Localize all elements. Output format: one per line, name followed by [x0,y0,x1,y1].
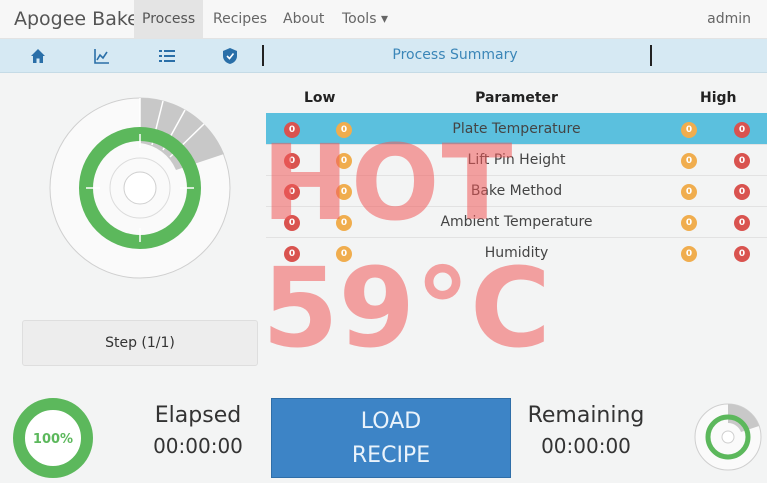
high-alarm-badge: 0 [734,184,750,200]
process-ring-gauge [49,97,231,279]
shield-icon[interactable] [220,46,240,66]
elapsed-label: Elapsed [154,403,242,428]
toolbar-divider [262,45,264,66]
remaining-label: Remaining [527,403,645,428]
nav-about[interactable]: About [275,0,332,38]
high-alarm-badge: 0 [734,215,750,231]
list-icon[interactable] [157,46,177,66]
app-brand[interactable]: Apogee Bake [14,8,139,30]
header-high: High [700,90,737,106]
high-warning-badge: 0 [681,215,697,231]
high-alarm-badge: 0 [734,246,750,262]
table-row[interactable]: 0 0 Ambient Temperature 0 0 [266,206,767,238]
mini-process-gauge [694,403,762,471]
chart-icon[interactable] [92,46,112,66]
high-warning-badge: 0 [681,122,697,138]
load-recipe-button[interactable]: LOAD RECIPE [271,398,511,478]
step-button[interactable]: Step (1/1) [22,320,258,366]
nav-recipes[interactable]: Recipes [205,0,275,38]
high-warning-badge: 0 [681,246,697,262]
home-icon[interactable] [28,46,48,66]
load-recipe-line1: LOAD [360,409,422,434]
high-warning-badge: 0 [681,153,697,169]
load-recipe-line2: RECIPE [351,443,431,468]
progress-percent: 100% [33,432,73,447]
high-alarm-badge: 0 [734,122,750,138]
header-parameter: Parameter [475,90,558,106]
sub-toolbar: Process Summary [0,39,767,73]
nav-tools-dropdown[interactable]: Tools ▾ [334,0,396,38]
table-row[interactable]: 0 0 Bake Method 0 0 [266,175,767,207]
table-row[interactable]: 0 0 Lift Pin Height 0 0 [266,144,767,176]
table-row[interactable]: 0 0 Humidity 0 0 [266,237,767,269]
nav-process[interactable]: Process [134,0,204,38]
high-warning-badge: 0 [681,184,697,200]
progress-ring: 100% [13,398,93,478]
elapsed-time: 00:00:00 [153,434,243,458]
remaining-time: 00:00:00 [541,434,631,458]
toolbar-divider [650,45,652,66]
table-row[interactable]: 0 0 Plate Temperature 0 0 [266,113,767,145]
high-alarm-badge: 0 [734,153,750,169]
process-summary-title: Process Summary [392,47,518,63]
user-menu[interactable]: admin [707,0,751,38]
top-navbar: Apogee Bake Process Recipes About Tools … [0,0,767,39]
